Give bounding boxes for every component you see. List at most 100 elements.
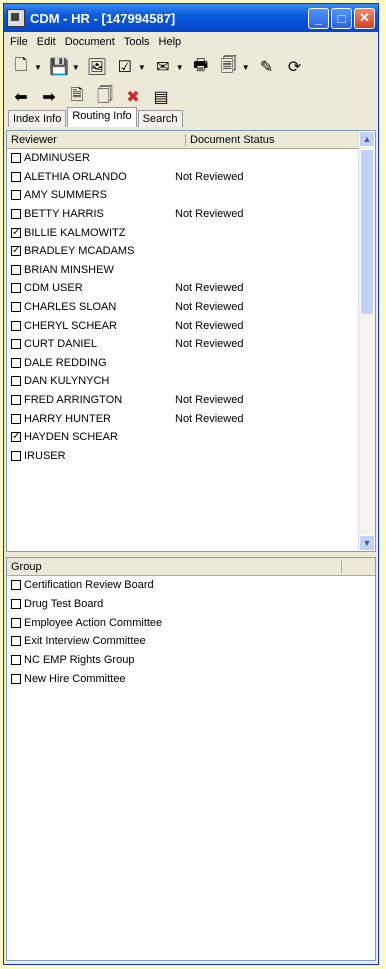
new-document-icon[interactable]: 🗋	[10, 56, 32, 78]
new-dropdown-icon[interactable]: ▼	[34, 63, 42, 72]
print-icon[interactable]: 🖶	[190, 56, 212, 78]
route-icon[interactable]: ✉	[152, 56, 174, 78]
table-row[interactable]: DALE REDDING	[7, 354, 375, 373]
maximize-button[interactable]: □	[331, 7, 352, 29]
reviewer-checkbox[interactable]: ✓	[11, 246, 21, 257]
reviewer-checkbox[interactable]: ✓	[11, 432, 21, 443]
page-icon[interactable]: 🗎	[66, 86, 88, 108]
route-dropdown-icon[interactable]: ▼	[176, 63, 184, 72]
table-row[interactable]: DAN KULYNYCH	[7, 372, 375, 391]
vertical-scrollbar[interactable]: ▲ ▼	[358, 131, 375, 551]
table-row[interactable]: BETTY HARRIS Not Reviewed	[7, 205, 375, 224]
reviewer-checkbox[interactable]	[11, 283, 21, 294]
save-dropdown-icon[interactable]: ▼	[72, 63, 80, 72]
back-arrow-icon[interactable]: ⬅	[10, 86, 32, 108]
reviewer-checkbox[interactable]	[11, 190, 21, 201]
minimize-button[interactable]: _	[308, 7, 329, 29]
list-item[interactable]: Employee Action Committee	[7, 613, 375, 632]
group-list[interactable]: Group Certification Review Board Drug Tes…	[6, 557, 376, 961]
table-row[interactable]: ADMINUSER	[7, 149, 375, 168]
close-button[interactable]: ✕	[354, 7, 375, 29]
properties-icon[interactable]: ▤	[150, 86, 172, 108]
save-icon[interactable]: 💾	[48, 56, 70, 78]
group-checkbox[interactable]	[11, 636, 21, 647]
reviewer-checkbox[interactable]	[11, 171, 21, 182]
reviewer-cell: ✓ HAYDEN SCHEAR	[7, 431, 175, 443]
table-row[interactable]: CHERYL SCHEAR Not Reviewed	[7, 316, 375, 335]
delete-icon[interactable]: ✖	[122, 86, 144, 108]
group-name: Certification Review Board	[24, 579, 154, 592]
reviewer-checkbox[interactable]	[11, 395, 21, 406]
group-checkbox[interactable]	[11, 580, 21, 591]
reviewer-checkbox[interactable]	[11, 339, 21, 350]
menu-tools[interactable]: Tools	[124, 36, 150, 48]
check-dropdown-icon[interactable]: ▼	[138, 63, 146, 72]
reviewer-checkbox[interactable]	[11, 209, 21, 220]
copy-page-icon[interactable]: 🗍	[94, 86, 116, 108]
list-item[interactable]: NC EMP Rights Group	[7, 651, 375, 670]
table-row[interactable]: CDM USER Not Reviewed	[7, 279, 375, 298]
reviewer-cell: IRUSER	[7, 450, 175, 462]
reviewer-name: CDM USER	[24, 282, 83, 295]
reviewer-checkbox[interactable]	[11, 450, 21, 461]
table-row[interactable]: HARRY HUNTER Not Reviewed	[7, 409, 375, 428]
table-row[interactable]: IRUSER	[7, 447, 375, 466]
menu-help[interactable]: Help	[159, 36, 182, 48]
check-document-icon[interactable]: ☑	[114, 56, 136, 78]
menu-bar: File Edit Document Tools Help	[4, 32, 378, 52]
table-row[interactable]: AMY SUMMERS	[7, 186, 375, 205]
image-icon[interactable]: 🖼	[86, 56, 108, 78]
scroll-thumb[interactable]	[360, 149, 374, 315]
reviewer-checkbox[interactable]	[11, 357, 21, 368]
paint-icon[interactable]: ✎	[256, 56, 278, 78]
reviewer-checkbox[interactable]	[11, 320, 21, 331]
reviewer-cell: CDM USER	[7, 282, 175, 294]
scan-icon[interactable]: 🗐	[218, 56, 240, 78]
reviewer-checkbox[interactable]	[11, 153, 21, 164]
scan-dropdown-icon[interactable]: ▼	[242, 63, 250, 72]
window-title: CDM - HR - [147994587]	[30, 10, 176, 26]
reviewer-checkbox[interactable]	[11, 302, 21, 313]
status-column-header[interactable]: Document Status	[186, 134, 274, 146]
table-row[interactable]: CHARLES SLOAN Not Reviewed	[7, 298, 375, 317]
table-row[interactable]: ✓ HAYDEN SCHEAR	[7, 428, 375, 447]
reviewer-name: CHARLES SLOAN	[24, 301, 117, 314]
reviewer-list[interactable]: Reviewer Document Status ADMINUSER ALETHI…	[6, 130, 376, 552]
forward-arrow-icon[interactable]: ➡	[38, 86, 60, 108]
table-row[interactable]: ALETHIA ORLANDO Not Reviewed	[7, 168, 375, 187]
table-row[interactable]: ✓ BRADLEY MCADAMS	[7, 242, 375, 261]
list-item[interactable]: Certification Review Board	[7, 576, 375, 595]
reviewer-checkbox[interactable]	[11, 264, 21, 275]
group-checkbox[interactable]	[11, 599, 21, 610]
reviewer-name: BRADLEY MCADAMS	[24, 245, 135, 258]
list-item[interactable]: Drug Test Board	[7, 595, 375, 614]
document-status: Not Reviewed	[175, 394, 244, 407]
tab-index-info[interactable]: Index Info	[8, 110, 67, 127]
app-window: CDM - HR - [147994587] _ □ ✕ File Edit D…	[3, 3, 379, 965]
menu-edit[interactable]: Edit	[37, 36, 56, 48]
reviewer-checkbox[interactable]	[11, 413, 21, 424]
group-checkbox[interactable]	[11, 617, 21, 628]
group-column-header[interactable]: Group	[7, 560, 342, 573]
reviewer-name: ADMINUSER	[24, 152, 91, 165]
tab-search[interactable]: Search	[137, 110, 183, 127]
menu-document[interactable]: Document	[65, 36, 115, 48]
refresh-icon[interactable]: ⟳	[284, 56, 306, 78]
title-bar[interactable]: CDM - HR - [147994587] _ □ ✕	[4, 4, 378, 32]
list-item[interactable]: New Hire Committee	[7, 669, 375, 688]
toolbar-secondary: ⬅ ➡ 🗎 🗍 ✖ ▤	[4, 82, 378, 112]
group-checkbox[interactable]	[11, 673, 21, 684]
table-row[interactable]: CURT DANIEL Not Reviewed	[7, 335, 375, 354]
list-item[interactable]: Exit Interview Committee	[7, 632, 375, 651]
tab-routing-info[interactable]: Routing Info	[67, 107, 137, 127]
reviewer-column-header[interactable]: Reviewer	[7, 133, 186, 146]
scroll-up-icon[interactable]: ▲	[359, 131, 375, 147]
menu-file[interactable]: File	[10, 36, 28, 48]
table-row[interactable]: ✓ BILLIE KALMOWITZ	[7, 223, 375, 242]
reviewer-checkbox[interactable]	[11, 376, 21, 387]
reviewer-checkbox[interactable]: ✓	[11, 227, 21, 238]
table-row[interactable]: FRED ARRINGTON Not Reviewed	[7, 391, 375, 410]
table-row[interactable]: BRIAN MINSHEW	[7, 261, 375, 280]
scroll-down-icon[interactable]: ▼	[359, 535, 375, 551]
group-checkbox[interactable]	[11, 655, 21, 666]
